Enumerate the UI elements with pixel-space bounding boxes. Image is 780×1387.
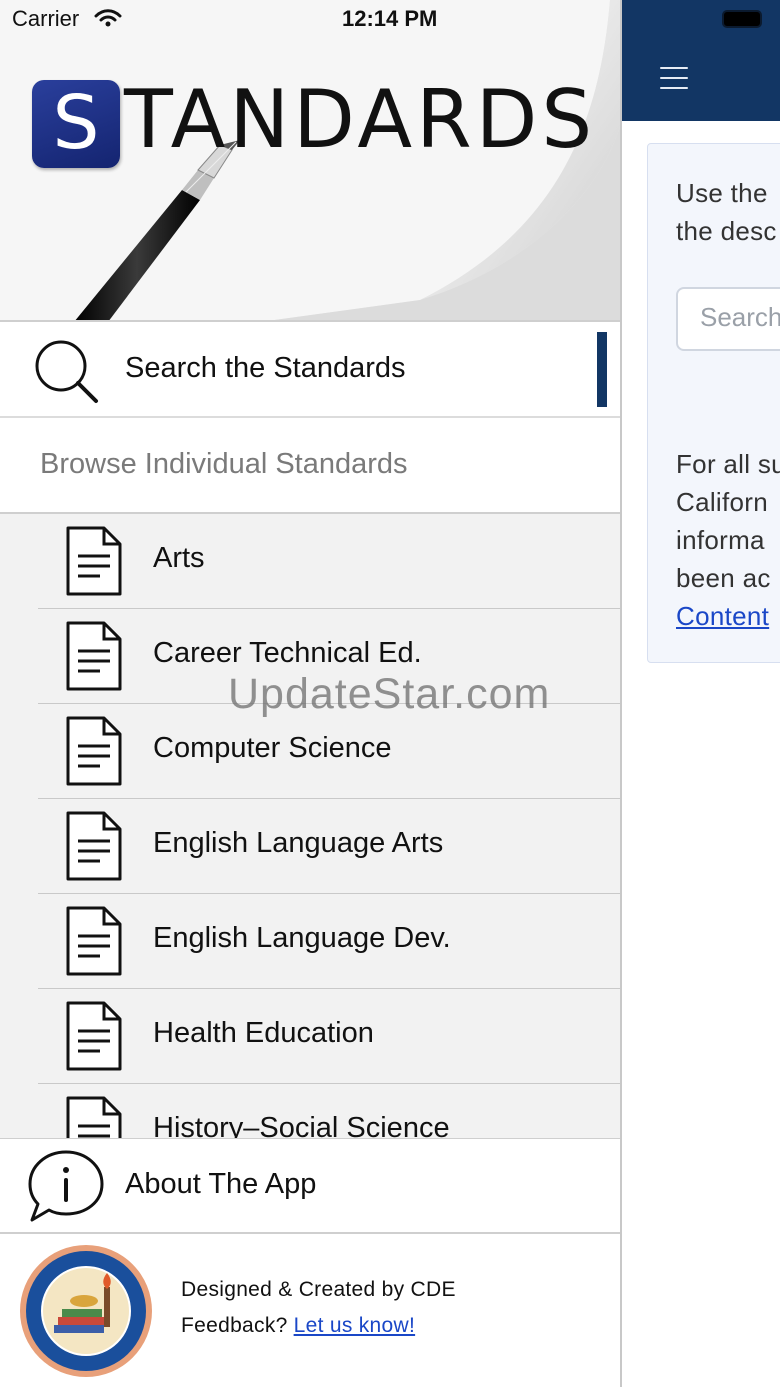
feedback-line: Feedback? Let us know! [181,1314,415,1338]
subject-item-english-language-arts[interactable]: English Language Arts [0,799,620,894]
background-intro-line1: Use the [676,178,768,208]
search-standards-label: Search the Standards [125,352,406,384]
document-icon [66,1001,122,1071]
feedback-link[interactable]: Let us know! [294,1314,416,1337]
navigation-drawer: S TANDARDS Search the Standards Browse I… [0,0,622,1387]
info-bubble-icon [28,1150,104,1222]
subject-item-career-technical-ed[interactable]: Career Technical Ed. [0,609,620,704]
standards-banner: S TANDARDS [0,0,620,322]
background-search-input[interactable]: Search [676,287,780,351]
selected-item-indicator [597,332,607,407]
background-para-link-wrap: Content [676,597,769,635]
background-header [622,0,780,121]
standards-logo-word: TANDARDS [124,73,597,166]
subject-item-english-language-dev[interactable]: English Language Dev. [0,894,620,989]
subject-label: Health Education [153,1017,374,1049]
browse-section-label: Browse Individual Standards [40,448,408,480]
document-icon [66,906,122,976]
subject-label: History–Social Science [153,1112,450,1138]
hamburger-menu-icon[interactable] [660,67,688,89]
document-icon [66,811,122,881]
battery-icon [722,10,762,28]
subject-label: English Language Arts [153,827,444,859]
department-of-education-seal [20,1245,152,1377]
document-icon [66,621,122,691]
feedback-prefix: Feedback? [181,1314,288,1337]
subject-item-arts[interactable]: Arts [0,514,620,609]
subject-label: Arts [153,542,205,574]
background-para-line4: been ac [676,563,771,593]
background-para-line2: Californ [676,487,768,517]
about-app-label: About The App [125,1168,317,1200]
document-icon [66,716,122,786]
standards-logo-s-tile: S [32,80,120,168]
subject-label: Career Technical Ed. [153,637,422,669]
subject-item-computer-science[interactable]: Computer Science [0,704,620,799]
background-para-line1: For all su [676,449,780,479]
document-icon [66,526,122,596]
subject-item-health-education[interactable]: Health Education [0,989,620,1084]
background-search-placeholder: Search [700,302,780,332]
document-icon [66,1096,122,1138]
designed-by-text: Designed & Created by CDE [181,1278,456,1301]
subject-label: English Language Dev. [153,922,451,954]
subject-label: Computer Science [153,732,392,764]
background-intro-line2: the desc [676,216,777,246]
background-page: Use the the desc Search For all su Calif… [622,0,780,1387]
background-content-link[interactable]: Content [676,601,769,631]
search-icon [35,340,98,403]
background-para-line3: informa [676,525,765,555]
subject-item-history-social-science[interactable]: History–Social Science [0,1084,620,1138]
subject-list[interactable]: Arts Career Technical Ed. Computer Scien… [0,514,620,1138]
logo-letter: S [52,80,100,166]
